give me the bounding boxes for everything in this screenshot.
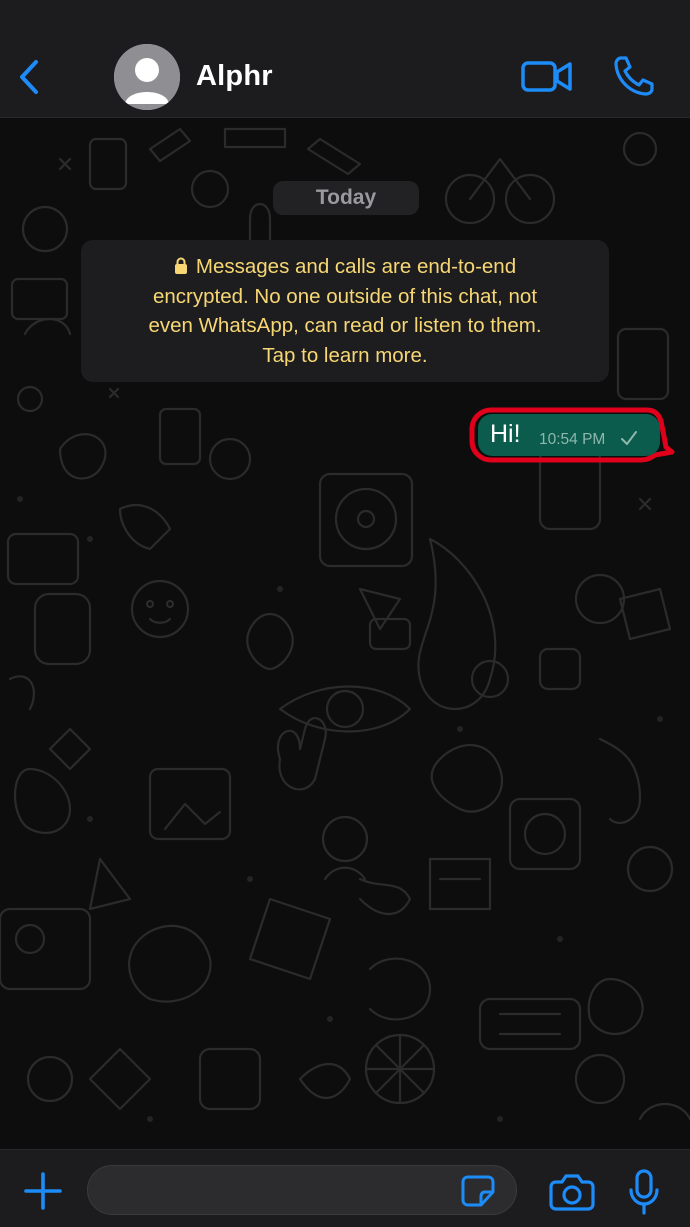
video-camera-icon (521, 61, 572, 92)
date-separator: Today (273, 181, 419, 215)
camera-button[interactable] (548, 1172, 596, 1212)
message-input[interactable] (87, 1165, 517, 1215)
microphone-icon (629, 1169, 659, 1215)
video-call-button[interactable] (520, 58, 574, 96)
avatar[interactable] (114, 44, 180, 110)
contact-name[interactable]: Alphr (196, 60, 273, 93)
microphone-button[interactable] (626, 1168, 662, 1216)
composer-bar (0, 1149, 690, 1227)
encryption-notice[interactable]: Messages and calls are end-to-end encryp… (81, 240, 609, 382)
camera-icon (549, 1174, 595, 1211)
back-button[interactable] (12, 55, 46, 99)
single-check-icon (621, 431, 637, 445)
chat-screen: Alphr Today Messages and calls are end-t… (0, 0, 690, 1227)
attach-button[interactable] (22, 1170, 64, 1212)
sticker-button[interactable] (460, 1174, 496, 1208)
message-text: Hi! (490, 420, 521, 448)
plus-icon (24, 1172, 62, 1210)
encryption-notice-line: even WhatsApp, can read or listen to the… (148, 314, 542, 337)
outgoing-message[interactable]: Hi! 10:54 PM (478, 414, 660, 456)
chevron-left-icon (20, 60, 38, 94)
encryption-notice-line: encrypted. No one outside of this chat, … (152, 284, 538, 308)
person-avatar-icon (114, 44, 180, 110)
voice-call-button[interactable] (612, 54, 658, 98)
phone-icon (614, 56, 654, 96)
message-time: 10:54 PM (539, 431, 606, 448)
encryption-notice-line: Tap to learn more. (262, 343, 428, 367)
encryption-notice-line: Messages and calls are end-to-end (101, 252, 589, 282)
sticker-icon (461, 1175, 495, 1207)
lock-icon (174, 257, 187, 274)
chat-header: Alphr (0, 0, 690, 118)
chat-area[interactable]: Today Messages and calls are end-to-end … (0, 119, 690, 1149)
